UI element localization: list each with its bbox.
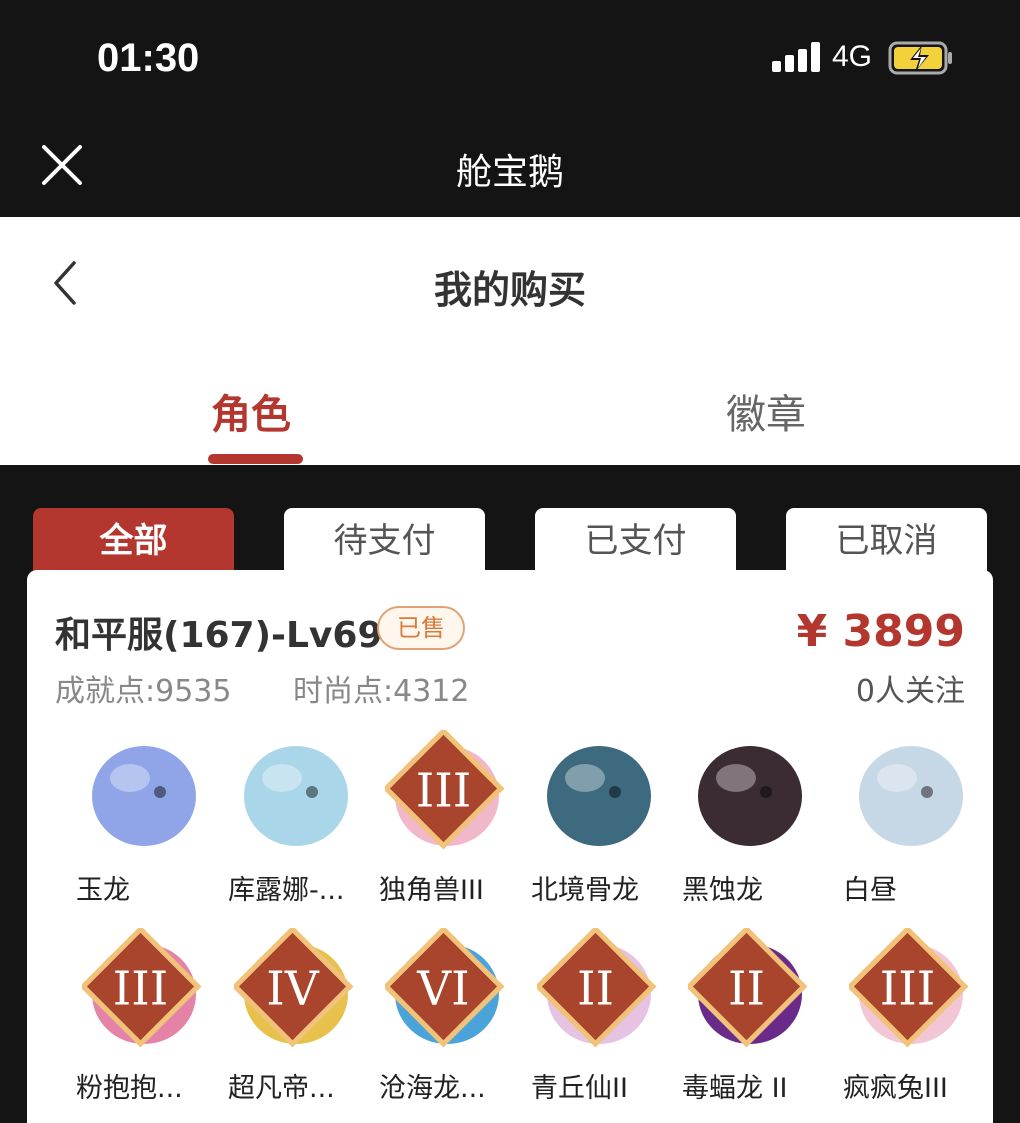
tier-badge: III [385,730,505,850]
tier-label: IV [266,962,320,1017]
tier-label: III [880,962,936,1017]
filter-all[interactable]: 全部 [33,508,234,574]
tier-badge: III [849,928,969,1048]
jade-dragon-icon [82,730,207,855]
tier-label: III [416,764,472,819]
unicorn-icon: III [385,730,510,855]
item-name: 玉龙 [76,875,130,906]
tier-badge: II [688,928,808,1048]
item-name: 毒蝠龙 II [682,1073,788,1104]
white-dragon-icon [849,730,974,855]
tier-label: III [113,962,169,1017]
tier-label: II [728,962,765,1017]
page-title: 我的购买 [433,268,586,312]
tier-label: II [577,962,614,1017]
signal-icon [772,42,820,72]
item-name: 库露娜-... [228,875,345,906]
active-tab-indicator [208,454,303,464]
item-name: 北境骨龙 [531,875,639,906]
followers-count: 0人关注 [855,674,965,709]
item-name: 黑蚀龙 [682,875,763,906]
status-time: 01:30 [97,36,200,80]
item-name: 青丘仙II [531,1073,628,1104]
tab-badge[interactable]: 徽章 [726,382,806,440]
tier-label: VI [416,962,469,1017]
status-bar: 01:30 4G [0,0,1020,115]
item-name: 粉抱抱... [76,1073,183,1104]
achievement-points: 成就点:9535 [55,674,232,709]
order-card[interactable]: 和平服(167)-Lv69 已售 ¥ 3899 成就点:9535 时尚点:431… [27,570,993,1123]
app-header: 舱宝鹅 [0,115,1020,217]
tier-badge: IV [234,928,354,1048]
order-price: ¥ 3899 [796,606,965,657]
filter-bar: 全部 待支付 已支付 已取消 [0,465,1020,574]
tier-badge: III [82,928,202,1048]
emperor-icon: IV [234,928,359,1053]
poison-bat-dragon-icon: II [688,928,813,1053]
fashion-points: 时尚点:4312 [293,674,470,709]
tier-badge: VI [385,928,505,1048]
server-level: 和平服(167)-Lv69 [55,615,383,656]
filter-pending-payment[interactable]: 待支付 [284,508,485,574]
sea-dragon-icon: VI [385,928,510,1053]
item-name: 超凡帝... [228,1073,335,1104]
battery-charging-icon [888,41,952,75]
tab-role[interactable]: 角色 [211,382,291,440]
tier-badge: II [537,928,657,1048]
page-header: 我的购买 角色 徽章 [0,217,1020,465]
item-name: 疯疯兔III [843,1073,948,1104]
item-name: 沧海龙... [379,1073,486,1104]
bone-dragon-icon [537,730,662,855]
network-type: 4G [832,40,873,73]
fox-fairy-icon: II [537,928,662,1053]
item-name: 白昼 [843,875,897,906]
app-title: 舱宝鹅 [455,152,564,193]
filter-cancelled[interactable]: 已取消 [786,508,987,574]
status-badge: 已售 [377,606,465,650]
crazy-rabbit-icon: III [849,928,974,1053]
kuluna-icon [234,730,359,855]
item-name: 独角兽III [379,875,484,906]
black-dragon-icon [688,730,813,855]
pink-bear-icon: III [82,928,207,1053]
filter-paid[interactable]: 已支付 [535,508,736,574]
